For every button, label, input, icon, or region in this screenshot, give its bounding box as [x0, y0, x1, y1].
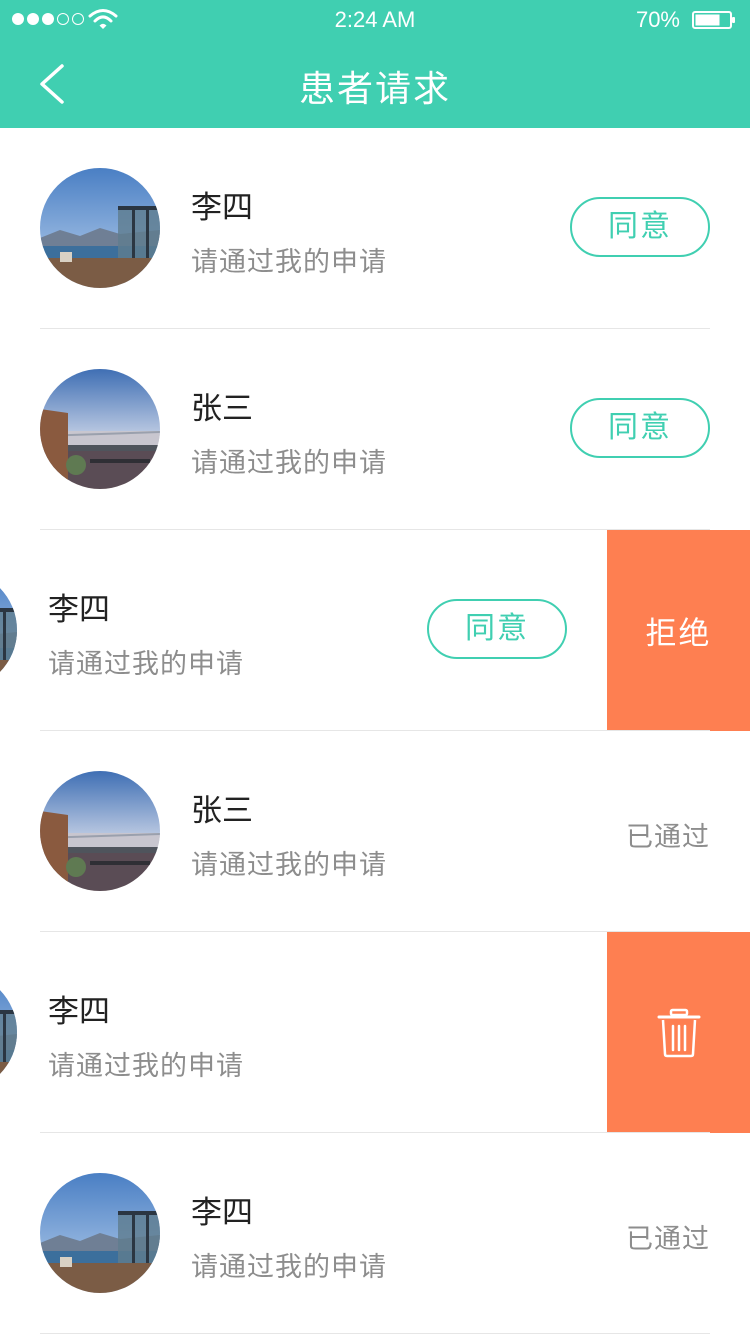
request-row-content: 李四请通过我的申请 同意 [0, 128, 750, 329]
patient-name: 李四 [48, 592, 110, 628]
avatar [40, 168, 160, 288]
request-message: 请通过我的申请 [48, 649, 244, 680]
delete-button[interactable] [607, 932, 750, 1133]
request-message: 请通过我的申请 [48, 1051, 244, 1082]
request-row[interactable]: 张三请通过我的申请 同意 [0, 329, 750, 530]
avatar [40, 369, 160, 489]
request-row[interactable]: 张三请通过我的申请 已通过 [0, 731, 750, 932]
request-row-content: 李四请通过我的申请 同意 [0, 530, 607, 731]
agree-button[interactable]: 同意 [427, 599, 567, 659]
status-bar: 2:24 AM 70% [0, 0, 750, 40]
reject-button[interactable]: 拒绝 [607, 530, 750, 731]
nav-bar: 患者请求 [0, 40, 750, 128]
approved-status-label: 已通过 [626, 1224, 710, 1255]
request-row[interactable]: 李四请通过我的申请 同意 拒绝 [0, 530, 750, 731]
agree-button[interactable]: 同意 [570, 197, 710, 257]
patient-name: 李四 [191, 190, 253, 226]
reject-label: 拒绝 [645, 616, 712, 652]
avatar [0, 972, 17, 1092]
patient-name: 李四 [191, 1195, 253, 1231]
request-message: 请通过我的申请 [191, 247, 387, 278]
request-row[interactable]: 李四请通过我的申请 同意 [0, 128, 750, 329]
request-message: 请通过我的申请 [191, 850, 387, 881]
page-title: 患者请求 [298, 69, 451, 110]
request-row[interactable]: 李四请通过我的申请已通过 [0, 932, 750, 1133]
request-message: 请通过我的申请 [191, 448, 387, 479]
request-message: 请通过我的申请 [191, 1252, 387, 1283]
request-row-content: 李四 请通过我的申请 [0, 932, 607, 1133]
avatar [40, 1173, 160, 1293]
battery-percentage: 70% [635, 7, 680, 32]
trash-icon [657, 1008, 700, 1057]
battery-icon [692, 11, 735, 29]
request-row-content: 张三请通过我的申请 同意 [0, 329, 750, 530]
agree-button[interactable]: 同意 [570, 398, 710, 458]
approved-status-label: 已通过 [626, 822, 710, 853]
patient-name: 张三 [191, 793, 253, 829]
avatar [0, 570, 17, 690]
patient-name: 李四 [48, 994, 110, 1030]
avatar [40, 771, 160, 891]
request-row[interactable]: 李四请通过我的申请 已通过 [0, 1133, 750, 1334]
patient-name: 张三 [191, 391, 253, 427]
